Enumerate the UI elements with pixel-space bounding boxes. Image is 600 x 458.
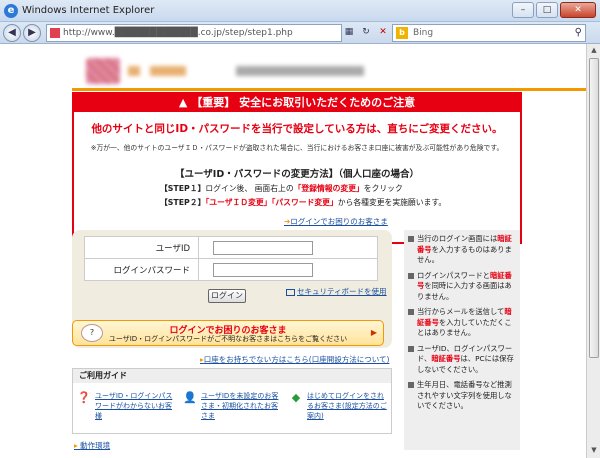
open-account-link-text[interactable]: 口座をお持ちでない方はこちら(口座開設方法について) [204,355,390,364]
bullet-icon [408,272,414,279]
chevron-right-icon: ▶ [370,328,377,337]
person-icon: 👤 [183,391,197,404]
login-trouble-link-text[interactable]: ログインでお困りのお客さま [290,217,388,226]
login-button[interactable]: ログイン [208,289,246,303]
stop-icon[interactable]: ✕ [376,25,390,39]
forward-button[interactable]: ▶ [23,24,41,42]
search-placeholder: Bing [413,28,434,38]
trouble-banner-subtitle: ユーザID・ログインパスワードがご不明なお客さまはこちらをご覧ください [108,335,348,343]
refresh-icon[interactable]: ↻ [359,25,373,39]
step2-label: 【STEP２】 [160,198,206,207]
window-controls: – □ ✕ [512,2,596,18]
back-button[interactable]: ◀ [3,24,21,42]
window-titlebar: e Windows Internet Explorer – □ ✕ [0,0,600,22]
notice-highlight: 暗証番号 [431,354,461,363]
bank-logo [86,58,120,84]
bullet-icon [408,345,414,352]
keyboard-icon [286,288,295,296]
bullet-icon [408,236,414,242]
guide-item-text[interactable]: ユーザID・ログインパスワードがわからないお客様 [95,391,177,421]
guide-item-forgot[interactable]: ❓ ユーザID・ログインパスワードがわからないお客様 [73,391,179,421]
page-content: ▲ 【重要】 安全にお取引いただくためのご注意 他のサイトと同じID・パスワードを… [0,44,600,458]
search-icon[interactable]: ⚲ [575,27,582,38]
bing-icon: b [396,27,408,39]
alert-sub-message: ※万が一、他のサイトのユーザＩＤ・パスワードが盗取された場合に、当行におけるお客… [90,144,504,152]
guide-item-first-login[interactable]: ◆ はじめてログインをされるお客さま(設定方法のご案内) [285,391,391,421]
header-text-blurred [236,66,364,76]
logo-text-blurred [128,66,140,76]
notice-text: を入力するものはありません。 [417,244,512,265]
usage-guide-items: ❓ ユーザID・ログインパスワードがわからないお客様 👤 ユーザIDを未設定のお… [73,383,391,421]
usage-guide: ご利用ガイド ❓ ユーザID・ログインパスワードがわからないお客様 👤 ユーザI… [72,368,392,434]
navigation-bar: ◀ ▶ http://www.████████████.co.jp/step/s… [0,22,600,44]
password-input[interactable] [213,262,313,277]
header-divider [72,88,586,91]
login-form-table: ユーザID ログインパスワード [84,236,378,281]
beginner-mark-icon: ◆ [291,391,301,404]
login-trouble-banner[interactable]: ? ログインでお困りのお客さま ユーザID・ログインパスワードがご不明なお客さま… [72,320,384,346]
guide-item-text[interactable]: ユーザIDを未設定のお客さま・初期化されたお客さま [201,391,283,421]
notice-item: ユーザID、ログインパスワード、暗証番号は、PCには保存しないでください。 [408,344,516,376]
warning-icon: ▲ [178,96,188,109]
usage-guide-title: ご利用ガイド [73,369,391,383]
step1-instruction: 【STEP１】ログイン後、 画面右上の「登録情報の変更」をクリック [160,183,520,194]
alert-main-message: 他のサイトと同じID・パスワードを当行で設定している方は、直ちにご変更ください。 [91,123,503,135]
bullet-icon [408,309,414,315]
environment-link[interactable]: ▸ 動作環境 [74,440,110,451]
step1-text: ログイン後、 画面右上の [205,184,294,193]
scrollbar-thumb[interactable] [589,58,599,358]
user-id-label: ユーザID [84,236,199,259]
step1-highlight: 「登録情報の変更」 [293,184,364,193]
notice-item: 当行からメールを送信して暗証番号を入力していただくことはありません。 [408,307,516,339]
notice-text: 当行からメールを送信して [417,307,505,316]
site-favicon-icon [50,28,60,38]
notice-item: ログインパスワードと暗証番号を同時に入力する画面はありません。 [408,271,516,303]
security-keyboard-link[interactable]: セキュリティボードを使用 [286,286,387,297]
close-button[interactable]: ✕ [560,2,596,18]
vertical-scrollbar[interactable]: ▲ ▼ [586,44,600,458]
security-keyboard-text[interactable]: セキュリティボードを使用 [297,287,387,296]
notice-text: 生年月日、電話番号など推測されやすい文字列を使用しないでください。 [417,380,512,410]
notice-item: 生年月日、電話番号など推測されやすい文字列を使用しないでください。 [408,380,516,412]
alert-header-text: 【重要】 安全にお取引いただくためのご注意 [191,96,416,109]
login-trouble-link[interactable]: ➔ログインでお困りのお客さま [284,216,388,227]
alert-header: ▲ 【重要】 安全にお取引いただくためのご注意 [74,94,520,112]
environment-link-text[interactable]: 動作環境 [80,441,110,450]
ie-logo-icon: e [4,4,18,18]
open-account-link[interactable]: ▸口座をお持ちでない方はこちら(口座開設方法について) [200,354,389,365]
change-method-title: 【ユーザID・パスワードの変更方法】（個人口座の場合） [175,169,419,180]
maximize-button[interactable]: □ [536,2,558,18]
bullet-icon [408,382,414,388]
step2-text-end: から各種変更を実施願います。 [337,198,447,207]
step1-label: 【STEP１】 [160,184,206,193]
user-id-input[interactable] [213,240,313,255]
step1-text-end: をクリック [363,184,403,193]
address-url: http://www.████████████.co.jp/step/step1… [63,28,293,38]
logo-text-blurred [150,66,186,76]
notice-item: 当行のログイン画面には暗証番号を入力するものはありません。 [408,234,516,266]
minimize-button[interactable]: – [512,2,534,18]
question-person-icon: ❓ [77,391,91,404]
guide-item-unset[interactable]: 👤 ユーザIDを未設定のお客さま・初期化されたお客さま [179,391,285,421]
notice-text: ログインパスワードと [417,270,490,280]
step2-instruction: 【STEP２】「ユーザＩＤ変更」「パスワード変更」から各種変更を実施願います。 [160,197,520,208]
scroll-down-icon[interactable]: ▼ [589,446,599,456]
compatibility-icon[interactable]: ▦ [342,25,356,39]
step2-highlight: 「ユーザＩＤ変更」「パスワード変更」 [205,198,338,207]
security-notice-panel: 当行のログイン画面には暗証番号を入力するものはありません。 ログインパスワードと… [404,230,520,450]
password-label: ログインパスワード [84,258,199,281]
guide-item-text[interactable]: はじめてログインをされるお客さま(設定方法のご案内) [307,391,389,421]
notice-text: 当行のログイン画面には [417,234,498,243]
notice-text: を同時に入力する画面はありません。 [417,281,512,301]
address-bar-tools: ▦ ↻ ✕ [342,25,390,39]
window-title: Windows Internet Explorer [22,5,155,16]
scroll-up-icon[interactable]: ▲ [589,46,599,56]
search-box[interactable]: b Bing ⚲ [392,24,586,42]
address-bar[interactable]: http://www.████████████.co.jp/step/step1… [46,24,342,42]
